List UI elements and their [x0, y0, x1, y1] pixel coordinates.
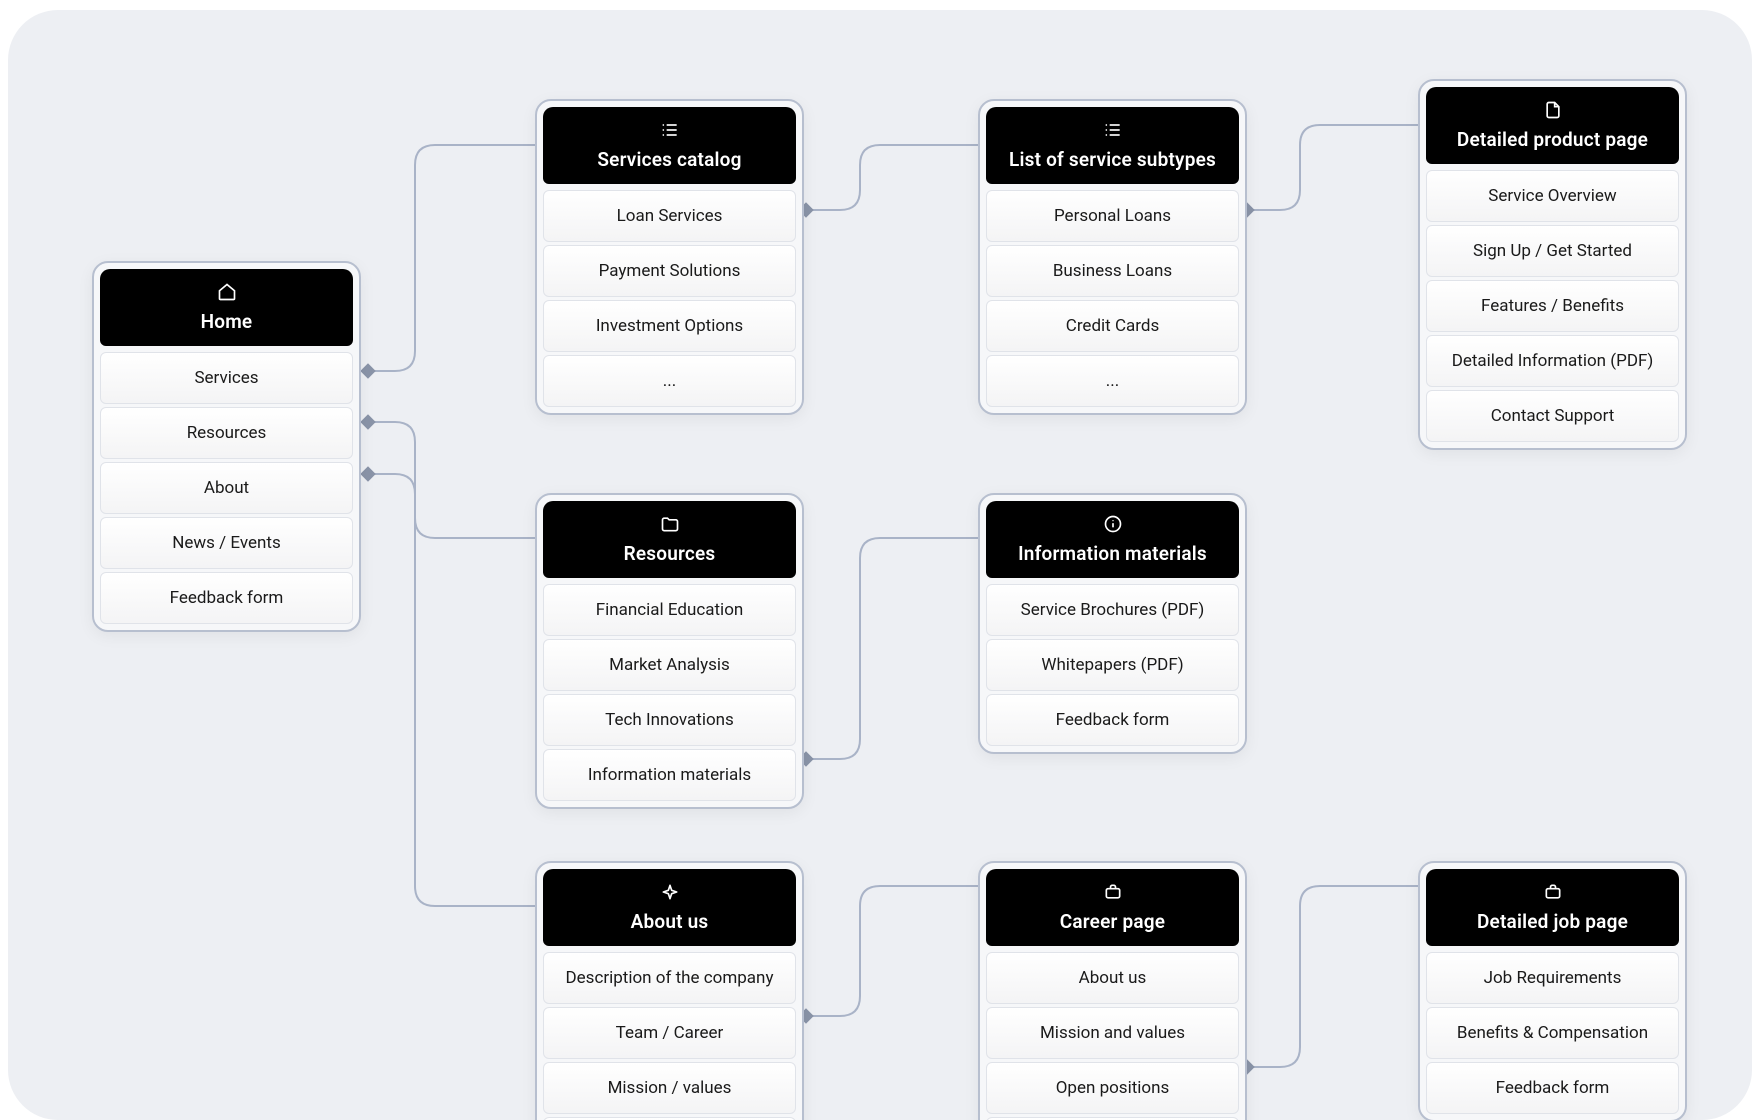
card-home: Home Services Resources About News / Eve…: [92, 261, 361, 632]
nav-item-service-brochures[interactable]: Service Brochures (PDF): [986, 584, 1239, 636]
folder-icon: [660, 514, 680, 538]
nav-item-open-positions[interactable]: Open positions: [986, 1062, 1239, 1114]
nav-item-feedback-form[interactable]: Feedback form: [100, 572, 353, 624]
card-header: Career page: [986, 869, 1239, 946]
nav-item-tech-innovations[interactable]: Tech Innovations: [543, 694, 796, 746]
document-icon: [1543, 100, 1563, 124]
nav-item-more[interactable]: ...: [986, 355, 1239, 407]
card-info-materials: Information materials Service Brochures …: [978, 493, 1247, 754]
nav-item-more[interactable]: ...: [543, 355, 796, 407]
nav-item-mission-values[interactable]: Mission / values: [543, 1062, 796, 1114]
nav-item-business-loans[interactable]: Business Loans: [986, 245, 1239, 297]
card-title: Services catalog: [597, 148, 741, 171]
nav-item-team-career[interactable]: Team / Career: [543, 1007, 796, 1059]
card-title: Home: [201, 310, 253, 333]
nav-item-feedback-form[interactable]: Feedback form: [1426, 1062, 1679, 1114]
card-career-page: Career page About us Mission and values …: [978, 861, 1247, 1120]
card-header: Detailed product page: [1426, 87, 1679, 164]
nav-item-service-overview[interactable]: Service Overview: [1426, 170, 1679, 222]
nav-item-about[interactable]: About: [100, 462, 353, 514]
nav-item-information-materials[interactable]: Information materials: [543, 749, 796, 801]
nav-item-whitepapers[interactable]: Whitepapers (PDF): [986, 639, 1239, 691]
card-service-subtypes: List of service subtypes Personal Loans …: [978, 99, 1247, 415]
card-header: List of service subtypes: [986, 107, 1239, 184]
nav-item-mission-and-values[interactable]: Mission and values: [986, 1007, 1239, 1059]
nav-item-news-events[interactable]: News / Events: [100, 517, 353, 569]
nav-item-payment-solutions[interactable]: Payment Solutions: [543, 245, 796, 297]
nav-item-about-us[interactable]: About us: [986, 952, 1239, 1004]
card-header: Detailed job page: [1426, 869, 1679, 946]
card-title: About us: [631, 910, 709, 933]
nav-item-market-analysis[interactable]: Market Analysis: [543, 639, 796, 691]
card-header: Home: [100, 269, 353, 346]
card-title: Career page: [1060, 910, 1165, 933]
card-services-catalog: Services catalog Loan Services Payment S…: [535, 99, 804, 415]
nav-item-feedback-form[interactable]: Feedback form: [986, 694, 1239, 746]
nav-item-job-requirements[interactable]: Job Requirements: [1426, 952, 1679, 1004]
card-about-us: About us Description of the company Team…: [535, 861, 804, 1120]
nav-item-detailed-info-pdf[interactable]: Detailed Information (PDF): [1426, 335, 1679, 387]
card-header: About us: [543, 869, 796, 946]
nav-item-financial-education[interactable]: Financial Education: [543, 584, 796, 636]
nav-item-services[interactable]: Services: [100, 352, 353, 404]
nav-item-credit-cards[interactable]: Credit Cards: [986, 300, 1239, 352]
nav-item-signup[interactable]: Sign Up / Get Started: [1426, 225, 1679, 277]
card-title: Detailed product page: [1457, 128, 1648, 151]
list-icon: [1103, 120, 1123, 144]
card-title: List of service subtypes: [1009, 148, 1216, 171]
card-title: Information materials: [1018, 542, 1207, 565]
home-icon: [217, 282, 237, 306]
card-detailed-job: Detailed job page Job Requirements Benef…: [1418, 861, 1687, 1120]
nav-item-contact-support[interactable]: Contact Support: [1426, 390, 1679, 442]
nav-item-personal-loans[interactable]: Personal Loans: [986, 190, 1239, 242]
card-header: Information materials: [986, 501, 1239, 578]
card-detailed-product: Detailed product page Service Overview S…: [1418, 79, 1687, 450]
nav-item-loan-services[interactable]: Loan Services: [543, 190, 796, 242]
card-resources: Resources Financial Education Market Ana…: [535, 493, 804, 809]
card-title: Resources: [624, 542, 716, 565]
list-icon: [660, 120, 680, 144]
briefcase-icon: [1543, 882, 1563, 906]
nav-item-benefits-compensation[interactable]: Benefits & Compensation: [1426, 1007, 1679, 1059]
card-title: Detailed job page: [1477, 910, 1628, 933]
nav-item-investment-options[interactable]: Investment Options: [543, 300, 796, 352]
sparkle-icon: [660, 882, 680, 906]
nav-item-features-benefits[interactable]: Features / Benefits: [1426, 280, 1679, 332]
info-icon: [1103, 514, 1123, 538]
card-header: Resources: [543, 501, 796, 578]
nav-item-resources[interactable]: Resources: [100, 407, 353, 459]
briefcase-icon: [1103, 882, 1123, 906]
nav-item-company-description[interactable]: Description of the company: [543, 952, 796, 1004]
card-header: Services catalog: [543, 107, 796, 184]
